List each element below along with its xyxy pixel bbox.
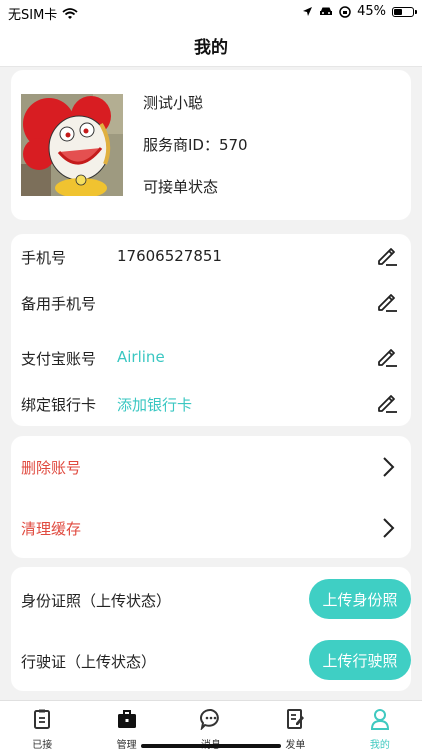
home-indicator xyxy=(141,744,281,748)
profile-card: 测试小聪 服务商ID：570 可接单状态 xyxy=(11,70,411,220)
tab-mine[interactable]: 我的 xyxy=(338,701,422,751)
delete-account-row[interactable]: 删除账号 xyxy=(11,436,411,497)
upload-id-photo-button[interactable]: 上传身份照 xyxy=(309,579,411,619)
account-actions-card: 删除账号 清理缓存 xyxy=(11,436,411,558)
tab-bar: 已接 管理 消息 发单 我的 xyxy=(0,700,422,751)
carrier-text: 无SIM卡 xyxy=(8,8,58,23)
alipay-value: Airline xyxy=(117,348,165,366)
avatar[interactable] xyxy=(21,94,123,196)
tab-accepted[interactable]: 已接 xyxy=(0,701,84,751)
clear-cache-row[interactable]: 清理缓存 xyxy=(11,497,411,558)
clipboard-icon xyxy=(34,709,51,729)
chevron-right-icon xyxy=(383,518,395,538)
edit-backup-phone-icon[interactable] xyxy=(375,289,399,313)
battery-percent: 45% xyxy=(357,4,386,19)
message-icon xyxy=(200,708,219,730)
clear-cache-label: 清理缓存 xyxy=(21,520,82,538)
bank-card-label: 绑定银行卡 xyxy=(21,396,97,414)
orientation-lock-icon xyxy=(339,5,351,18)
edit-phone-icon[interactable] xyxy=(375,243,399,267)
id-photo-label: 身份证照（上传状态） xyxy=(21,592,172,610)
bank-card-row[interactable]: 绑定银行卡 添加银行卡 xyxy=(11,381,411,427)
location-arrow-icon xyxy=(303,7,313,16)
provider-id: 服务商ID：570 xyxy=(143,136,248,154)
tab-mine-label: 我的 xyxy=(369,740,390,751)
upload-license-button[interactable]: 上传行驶照 xyxy=(309,640,411,680)
chevron-right-icon xyxy=(383,457,395,477)
alipay-row[interactable]: 支付宝账号 Airline xyxy=(11,335,411,381)
briefcase-icon xyxy=(117,710,136,728)
phone-value: 17606527851 xyxy=(117,247,222,265)
user-name: 测试小聪 xyxy=(143,94,204,112)
phone-row[interactable]: 手机号 17606527851 xyxy=(11,234,411,280)
backup-phone-label: 备用手机号 xyxy=(21,295,97,313)
phone-label: 手机号 xyxy=(21,249,67,267)
navigation-bar: 我的 xyxy=(0,24,422,67)
edit-alipay-icon[interactable] xyxy=(375,344,399,368)
document-icon xyxy=(287,709,305,729)
status-bar: 无SIM卡 45% xyxy=(0,0,422,24)
car-icon xyxy=(320,7,333,15)
document-upload-card: 身份证照（上传状态） 上传身份照 行驶证（上传状态） 上传行驶照 xyxy=(11,567,411,691)
alipay-label: 支付宝账号 xyxy=(21,350,97,368)
tab-accepted-label: 已接 xyxy=(32,740,53,751)
order-status: 可接单状态 xyxy=(143,178,219,196)
page-title: 我的 xyxy=(194,37,228,58)
battery-icon xyxy=(392,6,417,17)
account-info-card: 手机号 17606527851 备用手机号 支付宝账号 Airline 绑定银行… xyxy=(11,234,411,426)
wifi-icon xyxy=(62,7,78,19)
vehicle-license-label: 行驶证（上传状态） xyxy=(21,653,157,671)
add-bank-card-link[interactable]: 添加银行卡 xyxy=(117,394,192,415)
backup-phone-row[interactable]: 备用手机号 xyxy=(11,280,411,326)
person-icon xyxy=(370,709,389,730)
edit-bank-card-icon[interactable] xyxy=(375,390,399,414)
delete-account-label: 删除账号 xyxy=(21,459,82,477)
